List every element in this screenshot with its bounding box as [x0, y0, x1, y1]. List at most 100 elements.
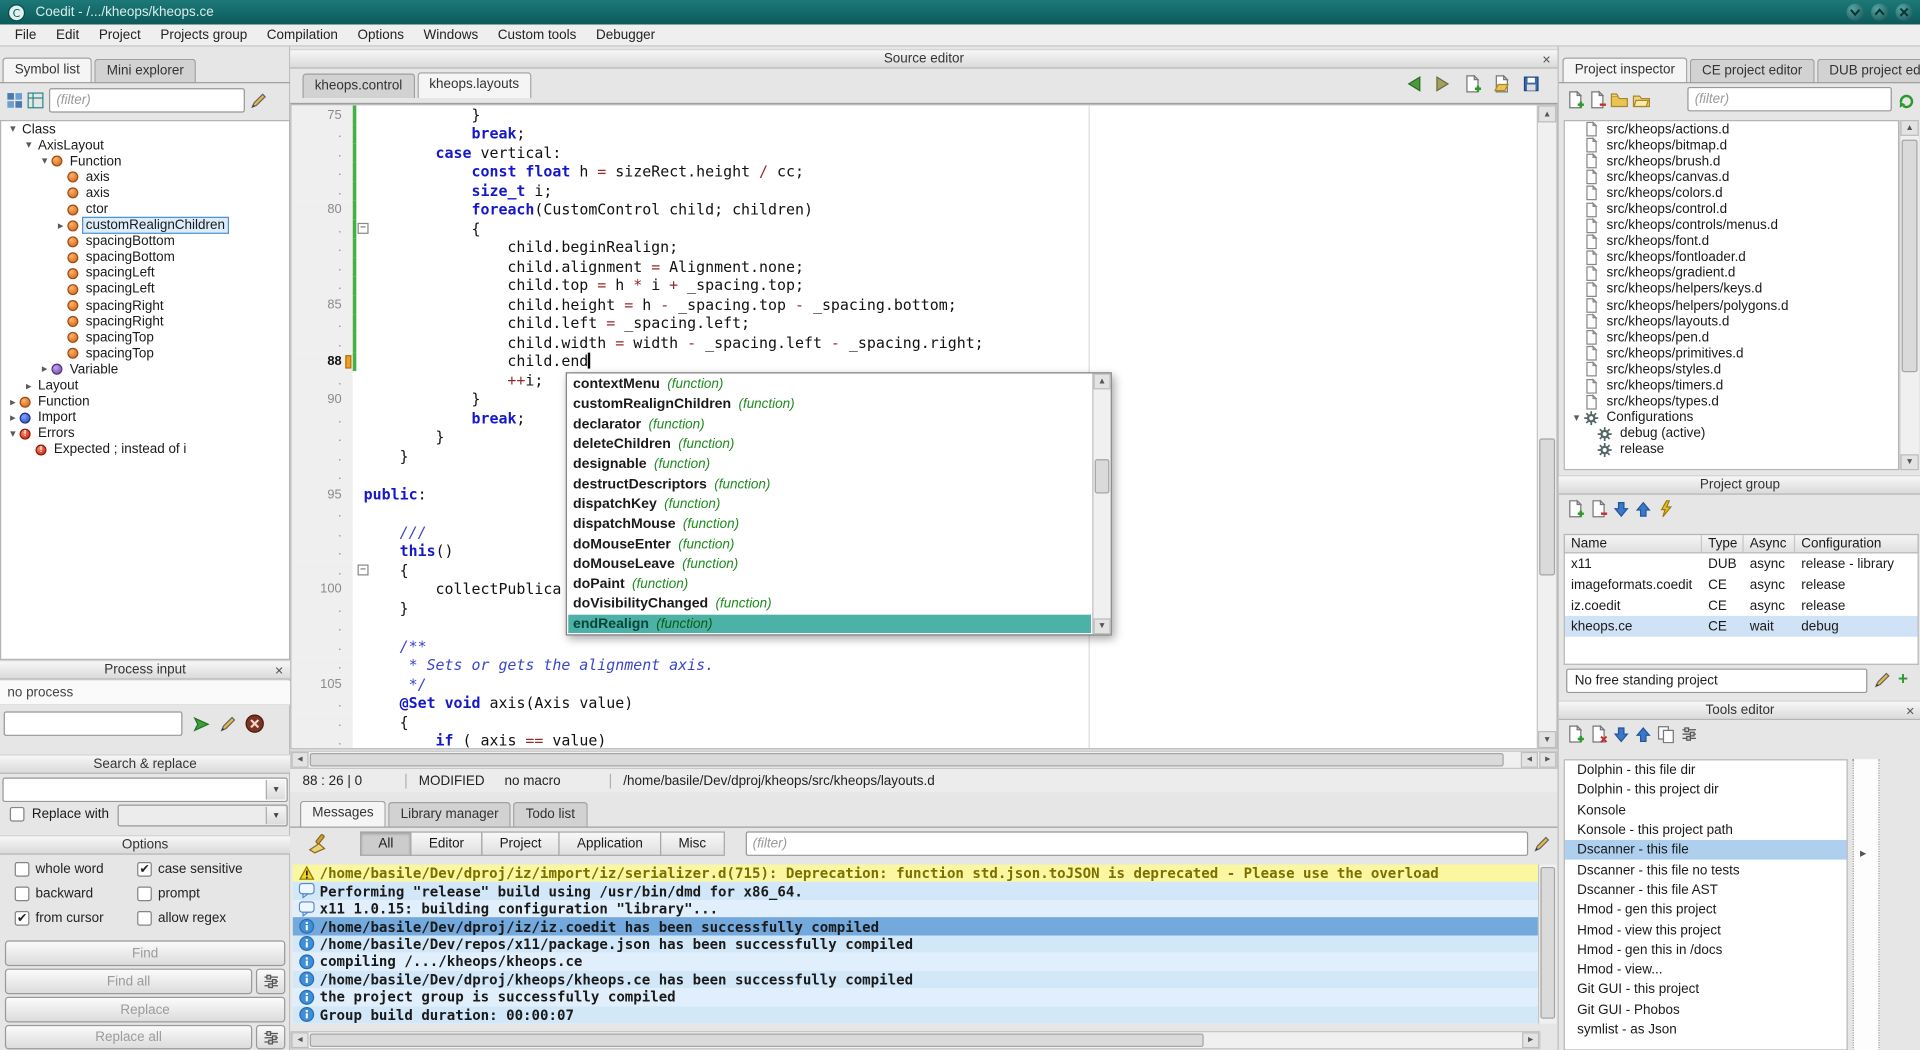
filter-misc[interactable]: Misc [660, 831, 724, 855]
completion-item-contextmenu[interactable]: contextMenu(function) [568, 375, 1091, 395]
kill-icon[interactable] [245, 714, 265, 734]
completion-item-dopaint[interactable]: doPaint(function) [568, 574, 1091, 594]
completion-item-domouseleave[interactable]: doMouseLeave(function) [568, 554, 1091, 574]
code-line[interactable]: . child.width = width - _spacing.left - … [291, 333, 1536, 352]
project-file-src-kheops-styles-d[interactable]: src/kheops/styles.d [1565, 362, 1898, 378]
code-line[interactable]: . { [291, 713, 1536, 732]
scroll-left-icon[interactable]: ◄ [291, 752, 308, 768]
symbol-spacingtop[interactable]: spacingTop [1, 346, 289, 362]
scroll-left-icon[interactable]: ◄ [291, 1032, 308, 1048]
doc-x-icon[interactable] [1589, 725, 1607, 743]
project-file-src-kheops-colors-d[interactable]: src/kheops/colors.d [1565, 185, 1898, 201]
find-all-options-button[interactable] [256, 969, 285, 995]
arrow-up-icon[interactable] [1635, 726, 1652, 743]
code-line[interactable]: . if (_axis == value) [291, 732, 1536, 749]
folder-icon[interactable] [1610, 90, 1628, 108]
checkbox[interactable]: ✔ [137, 862, 152, 877]
menu-custom-tools[interactable]: Custom tools [488, 28, 586, 43]
expand-pane-icon[interactable]: ▸ [1860, 847, 1866, 860]
edit-pen-icon[interactable] [1533, 835, 1550, 852]
project-file-src-kheops-fontloader-d[interactable]: src/kheops/fontloader.d [1565, 249, 1898, 265]
project-file-src-kheops-helpers-polygons-d[interactable]: src/kheops/helpers/polygons.d [1565, 298, 1898, 314]
project-file-src-kheops-pen-d[interactable]: src/kheops/pen.d [1565, 330, 1898, 346]
project-file-src-kheops-types-d[interactable]: src/kheops/types.d [1565, 394, 1898, 410]
checkbox[interactable] [15, 887, 30, 902]
tool-symlist-as-json[interactable]: symlist - as Json [1565, 1020, 1847, 1040]
symbol-ctor[interactable]: ctor [1, 201, 289, 217]
edit-pen-icon[interactable] [1873, 671, 1890, 688]
scroll-up-icon[interactable]: ▲ [1538, 105, 1556, 122]
tool-hmod-view-this-project[interactable]: Hmod - view this project [1565, 920, 1847, 940]
code-line[interactable]: . break; [291, 124, 1536, 143]
project-file-src-kheops-controls-menus-d[interactable]: src/kheops/controls/menus.d [1565, 217, 1898, 233]
scroll-thumb[interactable] [1539, 438, 1555, 575]
doc-remove-icon[interactable] [1589, 500, 1607, 518]
go-forward-icon[interactable] [1434, 75, 1452, 93]
code-line[interactable]: . const float h = sizeRect.height / cc; [291, 162, 1536, 181]
code-line[interactable]: . child.beginRealign; [291, 238, 1536, 257]
log-row[interactable]: Group build duration: 00:00:07 [293, 1006, 1538, 1024]
arrow-down-icon[interactable] [1613, 726, 1630, 743]
completion-item-destructdescriptors[interactable]: destructDescriptors(function) [568, 474, 1091, 494]
doc-copy-icon[interactable] [1657, 725, 1675, 743]
log-row[interactable]: Performing "release" build using /usr/bi… [293, 882, 1538, 900]
replace-all-button[interactable]: Replace all [5, 1025, 252, 1049]
tab-dub-project-editor[interactable]: DUB project editor [1817, 59, 1920, 83]
filter-editor[interactable]: Editor [410, 831, 482, 855]
project-file-src-kheops-timers-d[interactable]: src/kheops/timers.d [1565, 378, 1898, 394]
search-term-combo[interactable]: ▼ [2, 778, 287, 802]
tab-mini-explorer[interactable]: Mini explorer [95, 59, 197, 83]
symbol-layout[interactable]: ▸Layout [1, 378, 289, 394]
code-line[interactable]: . case vertical: [291, 143, 1536, 162]
doc-remove-icon[interactable] [1588, 90, 1606, 108]
menu-options[interactable]: Options [348, 28, 414, 43]
scroll-down-icon[interactable]: ▼ [1093, 618, 1110, 634]
chevron-down-icon[interactable]: ▼ [266, 780, 286, 800]
configurations-node[interactable]: ▾Configurations [1565, 410, 1898, 426]
option-prompt[interactable]: prompt [137, 887, 279, 902]
fold-icon[interactable]: − [358, 223, 369, 234]
scroll-thumb[interactable] [310, 1033, 1204, 1046]
expander-icon[interactable]: ▾ [1570, 411, 1583, 424]
tab-todo-list[interactable]: Todo list [513, 802, 587, 826]
tool-dscanner-this-file[interactable]: Dscanner - this file [1565, 840, 1847, 860]
tab-kheops-control[interactable]: kheops.control [302, 73, 414, 97]
log-row[interactable]: /home/basile/Dev/repos/x11/package.json … [293, 935, 1538, 953]
project-file-src-kheops-bitmap-d[interactable]: src/kheops/bitmap.d [1565, 137, 1898, 153]
tab-messages[interactable]: Messages [300, 801, 386, 827]
completion-item-declarator[interactable]: declarator(function) [568, 415, 1091, 435]
symbol-spacingbottom[interactable]: spacingBottom [1, 249, 289, 265]
grid-blue-icon[interactable] [6, 92, 23, 109]
project-file-src-kheops-gradient-d[interactable]: src/kheops/gradient.d [1565, 266, 1898, 282]
project-file-src-kheops-brush-d[interactable]: src/kheops/brush.d [1565, 153, 1898, 169]
code-line[interactable]: . child.top = h * i + _spacing.top; [291, 276, 1536, 295]
maximize-button[interactable] [1871, 4, 1888, 21]
configuration-release[interactable]: release [1565, 442, 1898, 458]
tab-library-manager[interactable]: Library manager [388, 802, 511, 826]
symbol-spacingbottom[interactable]: spacingBottom [1, 233, 289, 249]
scroll-thumb[interactable] [1902, 140, 1918, 373]
checkbox[interactable] [137, 911, 152, 926]
close-icon[interactable]: ✕ [272, 664, 287, 679]
tab-kheops-layouts[interactable]: kheops.layouts [417, 72, 531, 98]
symbol-spacingleft[interactable]: spacingLeft [1, 282, 289, 298]
scroll-thumb[interactable] [310, 753, 1504, 766]
log-row[interactable]: /home/basile/Dev/dproj/iz/iz.coedit has … [293, 918, 1538, 936]
completion-item-domouseenter[interactable]: doMouseEnter(function) [568, 534, 1091, 554]
inspector-vscrollbar[interactable]: ▲ ▼ [1899, 120, 1919, 470]
expander-icon[interactable]: ▾ [6, 123, 19, 136]
option-backward[interactable]: backward [15, 887, 137, 902]
tool-hmod-gen-this-in-docs[interactable]: Hmod - gen this in /docs [1565, 940, 1847, 960]
symbol-axislayout[interactable]: ▾AxisLayout [1, 137, 289, 153]
project-row-imageformats-coedit[interactable]: imageformats.coeditCEasyncrelease [1565, 574, 1918, 595]
completion-item-customrealignchildren[interactable]: customRealignChildren(function) [568, 395, 1091, 415]
project-file-src-kheops-canvas-d[interactable]: src/kheops/canvas.d [1565, 169, 1898, 185]
project-file-src-kheops-helpers-keys-d[interactable]: src/kheops/helpers/keys.d [1565, 282, 1898, 298]
scroll-down-icon[interactable]: ▼ [1900, 454, 1918, 470]
replace-all-options-button[interactable] [256, 1025, 285, 1049]
code-line[interactable]: . {− [291, 219, 1536, 238]
completion-scrollbar[interactable]: ▲ ▼ [1092, 373, 1110, 634]
option-from-cursor[interactable]: ✔from cursor [15, 911, 137, 926]
scroll-up-icon[interactable]: ▲ [1900, 120, 1918, 136]
find-button[interactable]: Find [5, 940, 285, 966]
